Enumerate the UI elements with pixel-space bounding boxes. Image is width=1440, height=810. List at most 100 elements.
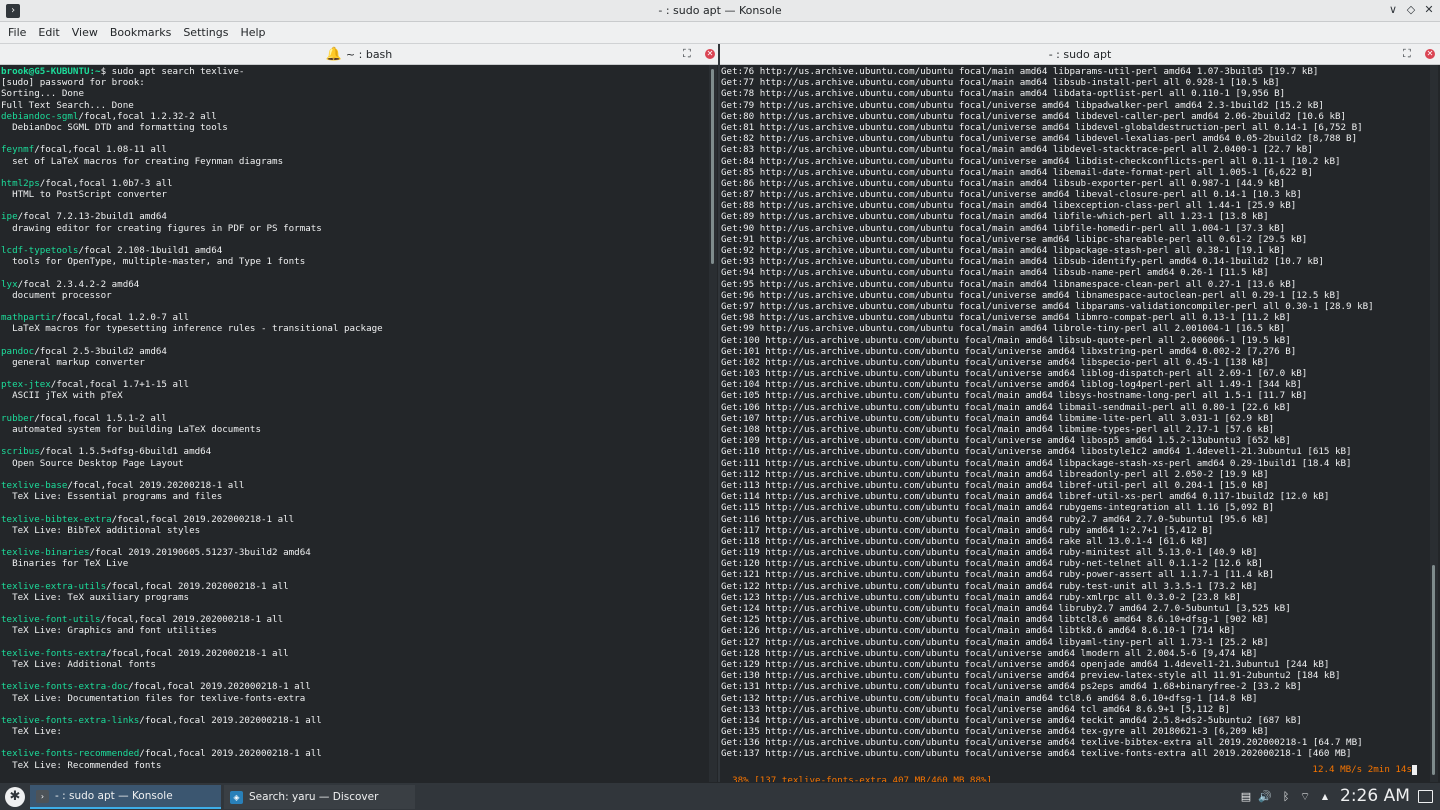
apt-get-line: Get:88 http://us.archive.ubuntu.com/ubun…: [721, 200, 1297, 212]
apt-get-line: Get:120 http://us.archive.ubuntu.com/ubu…: [721, 558, 1264, 570]
package-name: rubber: [1, 412, 35, 424]
close-pane-icon[interactable]: ✕: [1425, 49, 1435, 59]
terminal-line: drawing editor for creating figures in P…: [1, 223, 708, 234]
package-name: lyx: [1, 278, 18, 290]
pane-divider[interactable]: [718, 44, 720, 782]
apt-get-line: Get:136 http://us.archive.ubuntu.com/ubu…: [721, 737, 1363, 749]
terminal-line: texlive-binaries/focal 2019.20190605.512…: [1, 547, 708, 558]
terminal-line: general markup converter: [1, 357, 708, 368]
terminal-text: TeX Live: Graphics and font utilities: [1, 625, 217, 637]
minimize-icon[interactable]: ∨: [1385, 3, 1401, 16]
apt-get-line: Get:93 http://us.archive.ubuntu.com/ubun…: [721, 256, 1324, 268]
terminal-text: Full Text Search... Done: [1, 99, 134, 111]
right-scrollbar[interactable]: [1430, 65, 1438, 782]
terminal-text: /focal,focal 1.7+1-15 all: [50, 379, 190, 391]
apt-get-line: Get:104 http://us.archive.ubuntu.com/ubu…: [721, 379, 1302, 391]
terminal-line: texlive-bibtex-extra/focal,focal 2019.20…: [1, 514, 708, 525]
terminal-line: DebianDoc SGML DTD and formatting tools: [1, 122, 708, 133]
left-scrollbar[interactable]: [709, 65, 717, 782]
apt-get-line: Get:92 http://us.archive.ubuntu.com/ubun…: [721, 245, 1286, 256]
apt-get-line: Get:95 http://us.archive.ubuntu.com/ubun…: [721, 278, 1297, 290]
terminal-text: /focal,focal 2019.202000218-1 all: [128, 681, 311, 693]
terminal-line: brook@G5-KUBUNTU:~$ sudo apt search texl…: [1, 66, 708, 77]
close-pane-icon[interactable]: ✕: [705, 49, 715, 59]
apt-get-line: Get:103 http://us.archive.ubuntu.com/ubu…: [721, 368, 1308, 380]
apt-get-line: Get:76 http://us.archive.ubuntu.com/ubun…: [721, 66, 1319, 77]
terminal-text: /focal,focal 1.5.1-2 all: [34, 412, 167, 424]
terminal-text: /focal,focal 2019.202000218-1 all: [106, 580, 289, 592]
terminal-line: TeX Live: BibTeX additional styles: [1, 525, 708, 536]
right-scrollbar-thumb[interactable]: [1432, 565, 1435, 775]
right-pane-title-text: - : sudo apt: [1048, 47, 1112, 61]
menu-view[interactable]: View: [66, 22, 104, 44]
left-pane-header[interactable]: 🔔 ~ : bash ⛶ ✕: [0, 44, 718, 65]
menu-help[interactable]: Help: [234, 22, 271, 44]
show-desktop-icon[interactable]: [1418, 790, 1433, 803]
left-terminal[interactable]: brook@G5-KUBUNTU:~$ sudo apt search texl…: [0, 65, 708, 782]
left-scrollbar-thumb[interactable]: [711, 69, 714, 264]
apt-get-line: Get:125 http://us.archive.ubuntu.com/ubu…: [721, 614, 1269, 626]
terminal-text: TeX Live: Additional fonts: [1, 658, 156, 670]
bluetooth-icon[interactable]: ᛒ: [1279, 790, 1293, 803]
menu-edit[interactable]: Edit: [32, 22, 65, 44]
terminal-text: Sorting... Done: [1, 88, 84, 100]
maximize-pane-icon[interactable]: ⛶: [683, 47, 691, 61]
apt-get-line: Get:91 http://us.archive.ubuntu.com/ubun…: [721, 233, 1308, 245]
terminal-line: HTML to PostScript converter: [1, 189, 708, 200]
package-name: texlive-fonts-extra: [1, 647, 107, 659]
apt-get-line: Get:111 http://us.archive.ubuntu.com/ubu…: [721, 457, 1352, 469]
terminal-line: texlive-base/focal,focal 2019.20200218-1…: [1, 480, 708, 491]
terminal-text: /focal,focal 2019.202000218-1 all: [139, 714, 322, 726]
menu-bookmarks[interactable]: Bookmarks: [104, 22, 177, 44]
kubuntu-logo-icon[interactable]: ✱: [5, 787, 25, 807]
apt-get-line: Get:117 http://us.archive.ubuntu.com/ubu…: [721, 524, 1214, 536]
terminal-text: /focal,focal 1.08-11 all: [34, 144, 167, 156]
apt-get-line: Get:101 http://us.archive.ubuntu.com/ubu…: [721, 345, 1297, 357]
close-icon[interactable]: ✕: [1421, 3, 1437, 16]
apt-get-line: Get:131 http://us.archive.ubuntu.com/ubu…: [721, 681, 1302, 693]
terminal-line: mathpartir/focal,focal 1.2.0-7 all: [1, 312, 708, 323]
terminal-text: automated system for building LaTeX docu…: [1, 424, 261, 435]
terminal-line: TeX Live: Graphics and font utilities: [1, 625, 708, 636]
task-konsole[interactable]: › - : sudo apt — Konsole: [30, 785, 221, 809]
terminal-text: Open Source Desktop Page Layout: [1, 457, 184, 469]
right-pane-header[interactable]: - : sudo apt ⛶ ✕: [720, 44, 1440, 65]
maximize-icon[interactable]: ◇: [1403, 3, 1419, 16]
apt-get-line: Get:83 http://us.archive.ubuntu.com/ubun…: [721, 144, 1313, 156]
terminal-text: /focal,focal 1.2.0-7 all: [56, 312, 190, 324]
apt-get-line: Get:98 http://us.archive.ubuntu.com/ubun…: [721, 312, 1291, 324]
apt-get-line: Get:106 http://us.archive.ubuntu.com/ubu…: [721, 401, 1291, 413]
terminal-line: Binaries for TeX Live: [1, 558, 708, 569]
tray-expand-icon[interactable]: ▲: [1318, 792, 1332, 801]
menu-file[interactable]: File: [2, 22, 32, 44]
terminal-text: /focal,focal 2019.202000218-1 all: [106, 647, 289, 659]
terminal-line: texlive-fonts-extra-links/focal,focal 20…: [1, 715, 708, 726]
package-name: texlive-fonts-extra-doc: [1, 681, 129, 693]
apt-get-line: Get:108 http://us.archive.ubuntu.com/ubu…: [721, 424, 1275, 435]
clock[interactable]: 2:26 AM: [1340, 786, 1410, 806]
network-icon[interactable]: ⌔: [1298, 790, 1312, 804]
menu-settings[interactable]: Settings: [177, 22, 234, 44]
bell-icon: 🔔: [325, 46, 342, 62]
volume-icon[interactable]: 🔊: [1258, 790, 1272, 803]
window-titlebar[interactable]: › - : sudo apt — Konsole ∨ ◇ ✕: [0, 0, 1440, 22]
apt-get-line: Get:94 http://us.archive.ubuntu.com/ubun…: [721, 267, 1269, 279]
clipboard-icon[interactable]: ▤: [1239, 790, 1253, 803]
task-discover[interactable]: ◈ Search: yaru — Discover: [224, 785, 415, 809]
apt-get-line: Get:84 http://us.archive.ubuntu.com/ubun…: [721, 155, 1341, 167]
terminal-text: /focal,focal 2019.202000218-1 all: [139, 748, 322, 760]
konsole-app-icon[interactable]: ›: [6, 4, 20, 18]
apt-get-line: Get:130 http://us.archive.ubuntu.com/ubu…: [721, 670, 1341, 682]
maximize-pane-icon[interactable]: ⛶: [1403, 47, 1411, 61]
terminal-line: feynmf/focal,focal 1.08-11 all: [1, 144, 708, 155]
right-terminal[interactable]: Get:76 http://us.archive.ubuntu.com/ubun…: [721, 65, 1430, 782]
